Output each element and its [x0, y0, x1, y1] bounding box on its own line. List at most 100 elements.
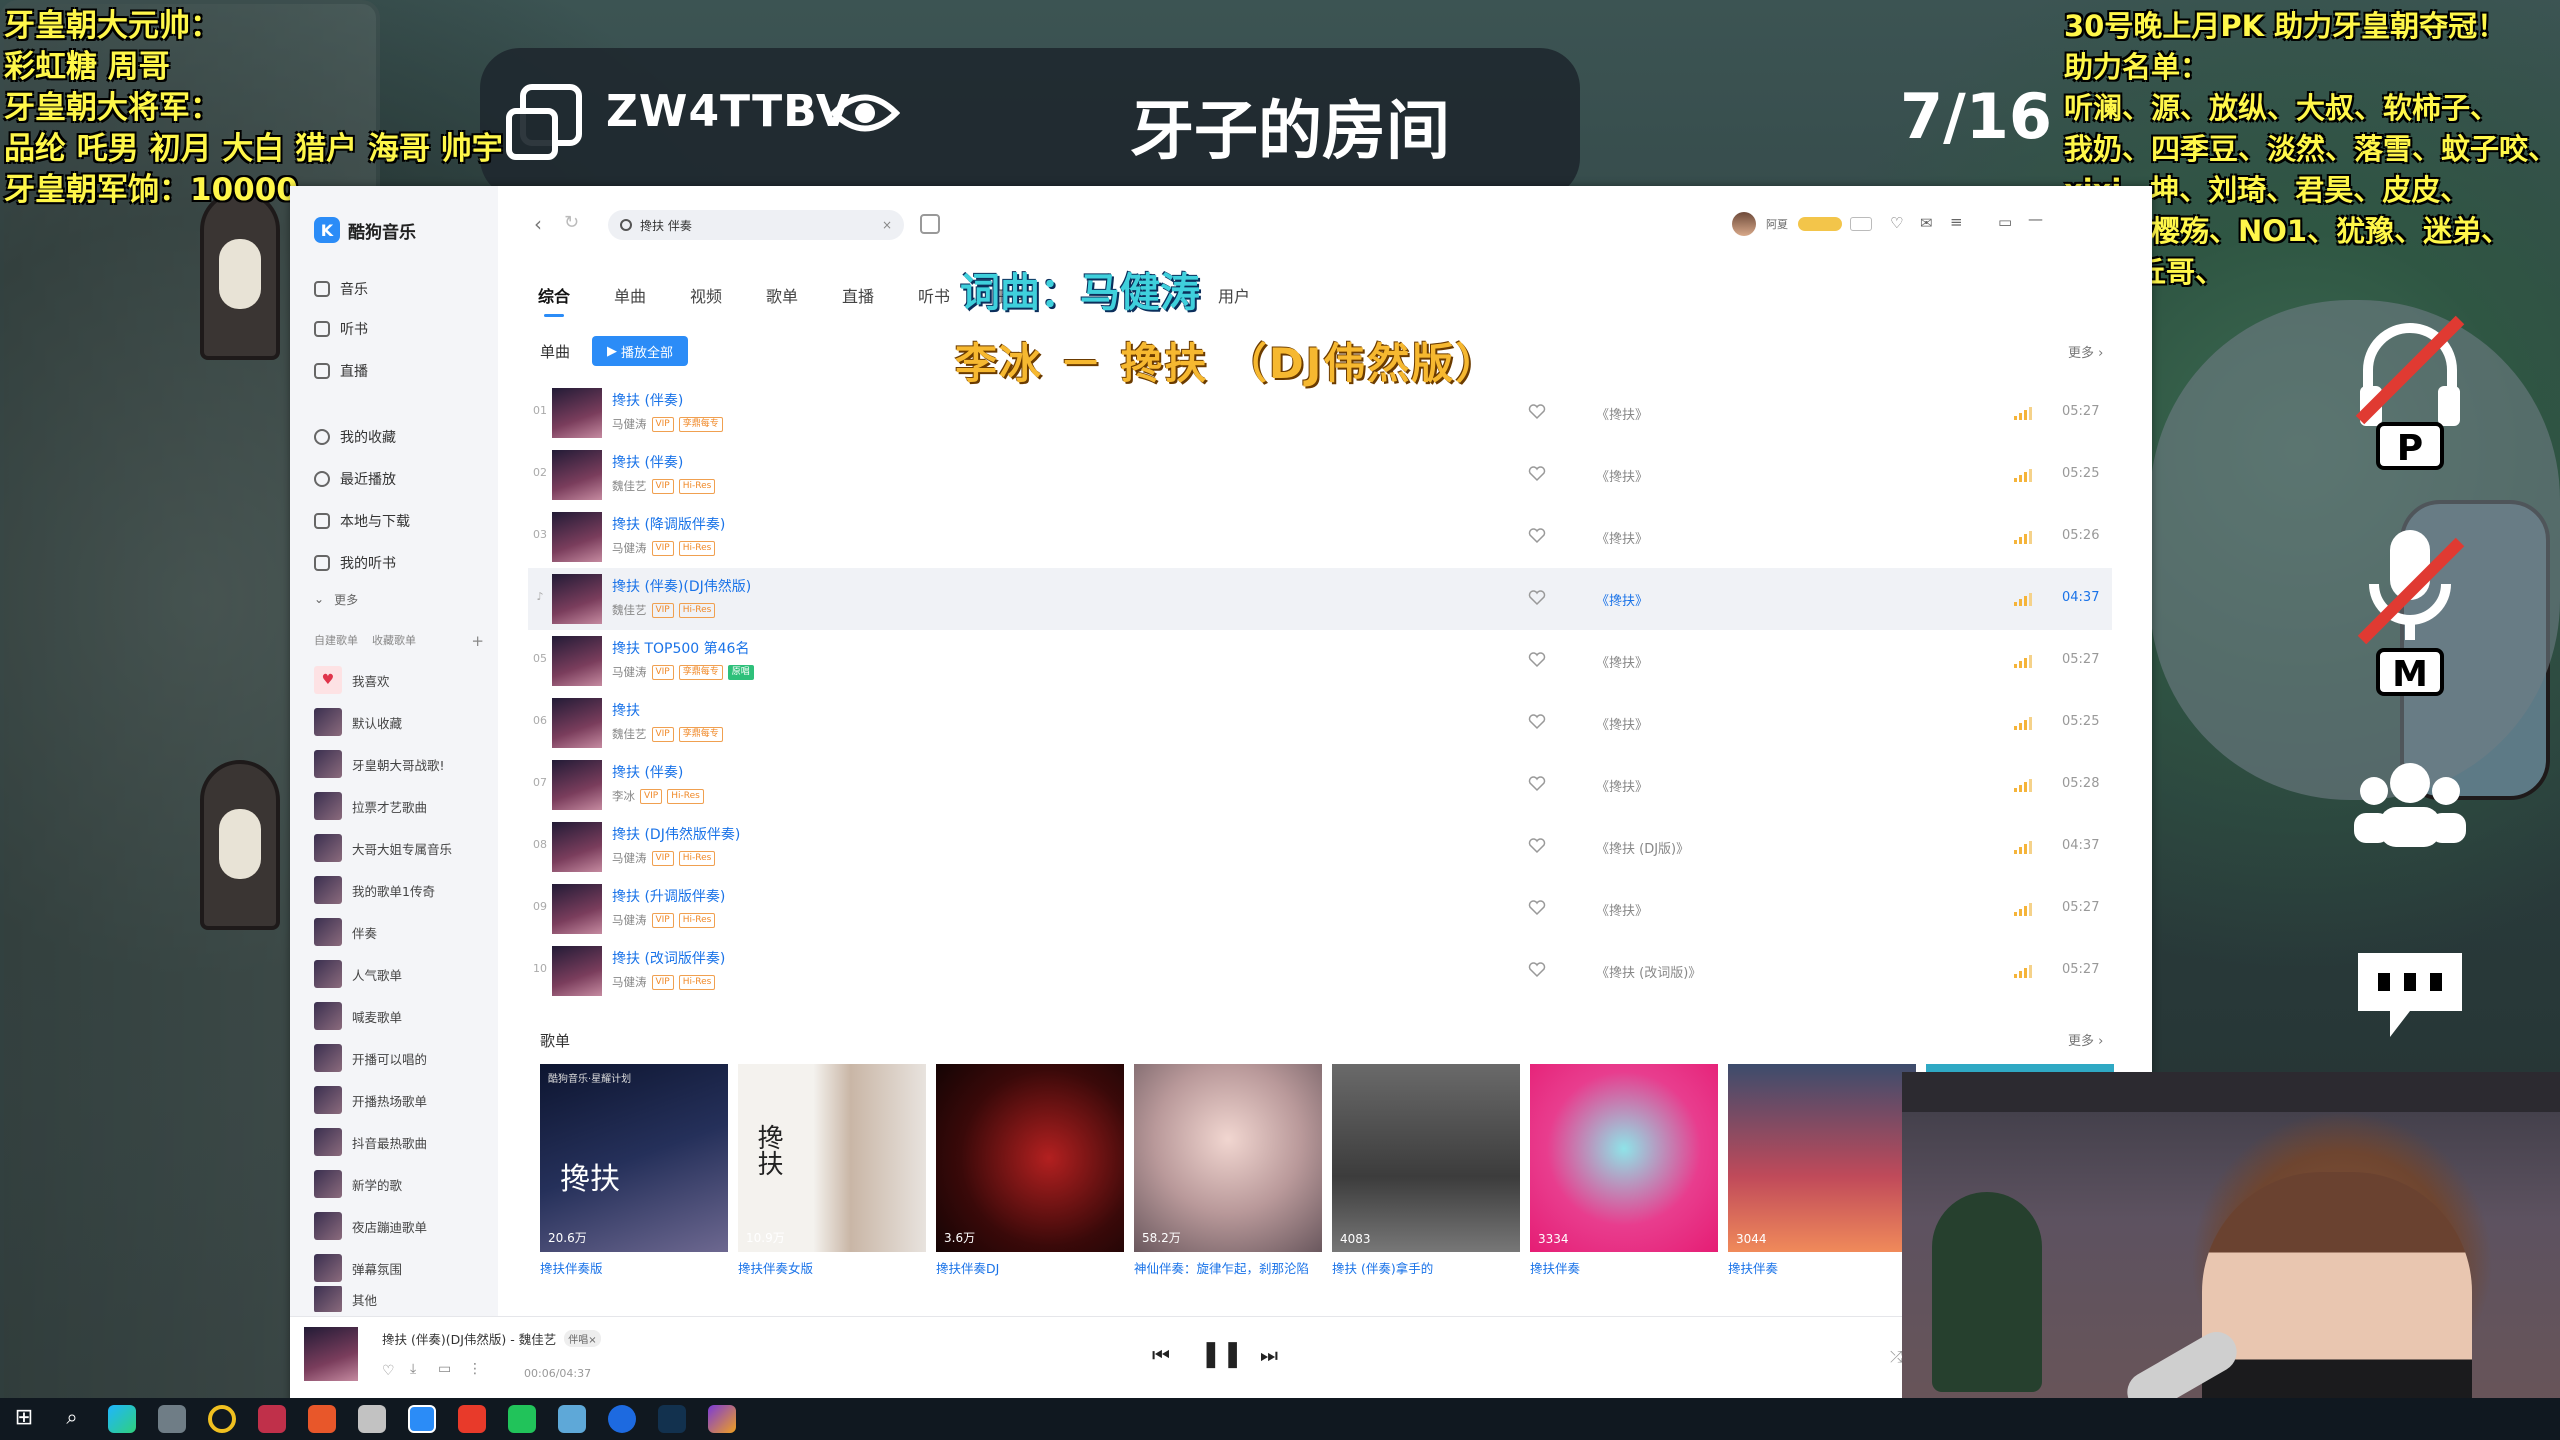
download-icon[interactable]: ⤓ [410, 1361, 416, 1377]
search-box[interactable]: 搀扶 伴奏 × [608, 210, 904, 240]
app-icon[interactable] [558, 1405, 586, 1433]
heart-icon[interactable] [1528, 837, 1546, 855]
playlist-caption[interactable]: 搀扶伴奏DJ [936, 1260, 1124, 1278]
tab-users[interactable]: 用户 [1218, 283, 1250, 307]
song-cover[interactable] [552, 760, 602, 810]
sidebar-item-recent[interactable]: 最近播放 [314, 464, 396, 494]
song-cover[interactable] [552, 946, 602, 996]
song-cover[interactable] [552, 636, 602, 686]
song-row[interactable]: 10 搀扶 (改词版伴奏) 马健涛 VIP Hi-Res 《搀扶 (改词版)》 05:27 [528, 940, 2112, 1002]
song-row[interactable]: 05 搀扶 TOP500 第46名 马健涛 VIP 孪鼎每专 原唱 《搀扶》 05:27 [528, 630, 2112, 692]
windows-start-icon[interactable]: ⊞ [10, 1405, 38, 1433]
playlist-card[interactable]: 3044 搀扶伴奏 [1728, 1064, 1916, 1278]
playlist-item[interactable]: 其他 [314, 1286, 377, 1312]
song-row[interactable]: ♪ 搀扶 (伴奏)(DJ伟然版) 魏佳艺 VIP Hi-Res 《搀扶》 04:37 [528, 568, 2112, 630]
app-icon[interactable] [308, 1405, 336, 1433]
tab-collected-playlists[interactable]: 收藏歌单 [372, 632, 416, 650]
playlist-item[interactable]: 牙皇朝大哥战歌! [314, 747, 445, 781]
song-title[interactable]: 搀扶 (伴奏) [612, 452, 683, 472]
more-icon[interactable]: ⋮ [468, 1361, 482, 1377]
playlist-card[interactable]: 3334 搀扶伴奏 [1530, 1064, 1718, 1278]
now-playing-title[interactable]: 搀扶 (伴奏)(DJ伟然版) - 魏佳艺 [382, 1329, 556, 1348]
heart-icon[interactable] [1528, 589, 1546, 607]
play-all-button[interactable]: ▶ 播放全部 [592, 336, 688, 366]
playlist-item[interactable]: 默认收藏 [314, 705, 402, 739]
song-album[interactable]: 《搀扶》 [1596, 652, 1648, 671]
playlist-caption[interactable]: 搀扶伴奏版 [540, 1260, 728, 1278]
song-album[interactable]: 《搀扶 (改词版)》 [1596, 962, 1701, 981]
song-artist[interactable]: 魏佳艺 [612, 726, 647, 742]
playlist-item[interactable]: ♥ 我喜欢 [314, 663, 390, 697]
playlist-card[interactable]: 4083 搀扶 (伴奏)拿手的 [1332, 1064, 1520, 1278]
heart-icon[interactable] [1528, 465, 1546, 483]
song-cover[interactable] [552, 884, 602, 934]
app-icon[interactable] [358, 1405, 386, 1433]
playlist-item[interactable]: 抖音最热歌曲 [314, 1125, 427, 1159]
steam-icon[interactable] [658, 1405, 686, 1433]
tab-playlists[interactable]: 歌单 [766, 283, 798, 307]
song-album[interactable]: 《搀扶》 [1596, 714, 1648, 733]
song-row[interactable]: 07 搀扶 (伴奏) 李冰 VIP Hi-Res 《搀扶》 05:28 [528, 754, 2112, 816]
song-cover[interactable] [552, 388, 602, 438]
song-album[interactable]: 《搀扶》 [1596, 900, 1648, 919]
tab-audiobooks[interactable]: 听书 [918, 283, 950, 307]
playlist-item[interactable]: 喊麦歌单 [314, 999, 402, 1033]
song-cover[interactable] [552, 450, 602, 500]
sidebar-item-live[interactable]: 直播 [314, 356, 368, 386]
song-row[interactable]: 02 搀扶 (伴奏) 魏佳艺 VIP Hi-Res 《搀扶》 05:25 [528, 444, 2112, 506]
heart-icon[interactable] [1528, 713, 1546, 731]
playlist-caption[interactable]: 搀扶伴奏 [1530, 1260, 1718, 1278]
playlist-item[interactable]: 拉票才艺歌曲 [314, 789, 427, 823]
heart-icon[interactable] [1528, 527, 1546, 545]
app-icon[interactable] [708, 1405, 736, 1433]
tab-live[interactable]: 直播 [842, 283, 874, 307]
playlist-item[interactable]: 开播热场歌单 [314, 1083, 427, 1117]
playlist-card[interactable]: 搀扶 10.9万 搀扶伴奏女版 [738, 1064, 926, 1278]
tab-all[interactable]: 综合 [538, 283, 570, 317]
app-logo[interactable]: K 酷狗音乐 [314, 216, 416, 244]
now-playing-cover[interactable] [304, 1327, 358, 1381]
song-title[interactable]: 搀扶 (升调版伴奏) [612, 886, 725, 906]
song-title[interactable]: 搀扶 [612, 700, 640, 720]
clear-search-icon[interactable]: × [882, 218, 892, 232]
more-songs-link[interactable]: 更多 › [2068, 342, 2103, 361]
app-icon[interactable] [258, 1405, 286, 1433]
playlist-card[interactable]: 3.6万 搀扶伴奏DJ [936, 1064, 1124, 1278]
sidebar-item-favorites[interactable]: 我的收藏 [314, 422, 396, 452]
heart-icon[interactable] [1528, 651, 1546, 669]
sidebar-item-downloads[interactable]: 本地与下载 [314, 506, 410, 536]
playlist-item[interactable]: 开播可以唱的 [314, 1041, 427, 1075]
song-cover[interactable] [552, 822, 602, 872]
song-artist[interactable]: 魏佳艺 [612, 602, 647, 618]
more-playlists-link[interactable]: 更多 › [2068, 1030, 2103, 1049]
song-artist[interactable]: 李冰 [612, 788, 635, 804]
wechat-icon[interactable] [508, 1405, 536, 1433]
tab-videos[interactable]: 视频 [690, 283, 722, 307]
playlist-card[interactable]: 酷狗音乐·星耀计划 搀扶 20.6万 搀扶伴奏版 [540, 1064, 728, 1278]
playlist-card[interactable]: 58.2万 神仙伴奏：旋律乍起，刹那沦陷 [1134, 1064, 1322, 1278]
like-icon[interactable]: ♡ [382, 1363, 395, 1379]
mini-mode-icon[interactable]: ▭ [1998, 213, 2012, 231]
song-album[interactable]: 《搀扶》 [1596, 466, 1648, 485]
song-title[interactable]: 搀扶 (改词版伴奏) [612, 948, 725, 968]
refresh-icon[interactable]: ↻ [564, 212, 579, 233]
playlist-caption[interactable]: 搀扶 (伴奏)拿手的 [1332, 1260, 1520, 1278]
sidebar-item-audiobook[interactable]: 听书 [314, 314, 368, 344]
song-title[interactable]: 搀扶 (降调版伴奏) [612, 514, 725, 534]
song-artist[interactable]: 马健涛 [612, 664, 647, 680]
song-row[interactable]: 09 搀扶 (升调版伴奏) 马健涛 VIP Hi-Res 《搀扶》 05:27 [528, 878, 2112, 940]
song-title[interactable]: 搀扶 (伴奏) [612, 762, 683, 782]
song-row[interactable]: 01 搀扶 (伴奏) 马健涛 VIP 孪鼎每专 《搀扶》 05:27 [528, 382, 2112, 444]
playlist-caption[interactable]: 搀扶伴奏女版 [738, 1260, 926, 1278]
pause-icon[interactable]: ❚❚ [1200, 1339, 1244, 1369]
search-icon[interactable]: ⌕ [58, 1405, 86, 1433]
playlist-item[interactable]: 弹幕氛围 [314, 1251, 402, 1285]
song-title[interactable]: 搀扶 (DJ伟然版伴奏) [612, 824, 740, 844]
app-icon[interactable] [608, 1405, 636, 1433]
song-row[interactable]: 08 搀扶 (DJ伟然版伴奏) 马健涛 VIP Hi-Res 《搀扶 (DJ版)》 04:3… [528, 816, 2112, 878]
edge-icon[interactable] [108, 1405, 136, 1433]
previous-icon[interactable]: ⏮ [1152, 1343, 1170, 1367]
user-name[interactable]: 阿夏 [1766, 216, 1788, 232]
mail-icon[interactable]: ✉ [1920, 214, 1933, 232]
song-album[interactable]: 《搀扶》 [1596, 776, 1648, 795]
